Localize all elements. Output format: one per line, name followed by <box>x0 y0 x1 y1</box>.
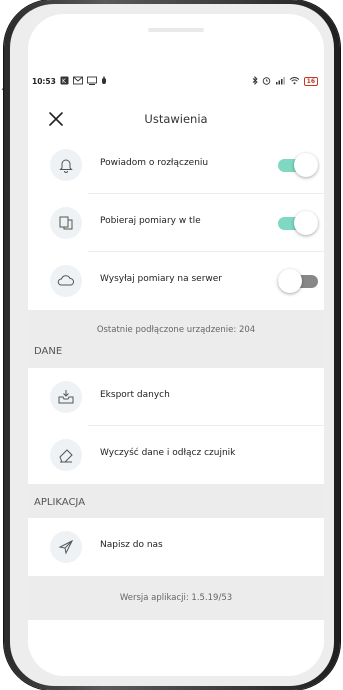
app-row-label: Napisz do nas <box>100 540 163 550</box>
phone-screen: 10:53 K 16 Ustawienia Powiadom o rozłącz… <box>28 14 324 676</box>
bell-icon <box>50 149 82 181</box>
wifi-icon <box>289 76 300 87</box>
signal-icon <box>275 76 285 87</box>
background-measure-toggle[interactable] <box>278 211 318 235</box>
section-header-app: APLIKACJA <box>28 484 324 518</box>
screen-bottom <box>28 620 324 676</box>
send-icon <box>50 531 82 563</box>
phone-frame: 10:53 K 16 Ustawienia Powiadom o rozłącz… <box>4 0 340 690</box>
battery-icon: 16 <box>303 77 318 86</box>
notify-disconnect-toggle[interactable] <box>278 153 318 177</box>
setting-label: Pobieraj pomiary w tle <box>100 216 201 226</box>
app-header: Ustawienia <box>28 104 324 136</box>
app-row-contact[interactable]: Napisz do nas <box>28 518 324 576</box>
cast-icon <box>87 76 97 87</box>
eraser-icon <box>50 439 82 471</box>
data-row-label: Wyczyść dane i odłącz czujnik <box>100 448 236 458</box>
mail-icon <box>73 76 83 87</box>
page-title: Ustawienia <box>144 112 208 126</box>
alarm-clock-icon <box>262 76 271 87</box>
phone-side-button <box>4 194 8 238</box>
phone-side-button <box>4 96 8 118</box>
status-right-icons: 16 <box>252 75 318 87</box>
export-inbox-icon <box>50 381 82 413</box>
alarm-icon <box>101 76 107 87</box>
speaker-grille <box>148 28 204 32</box>
copy-icon <box>50 207 82 239</box>
setting-row-notify-disconnect[interactable]: Powiadom o rozłączeniu <box>28 136 324 194</box>
send-to-server-toggle[interactable] <box>278 269 318 293</box>
section-title: DANE <box>34 346 63 357</box>
app-notification-icon: K <box>60 76 69 87</box>
section-header-data: DANE <box>28 334 324 368</box>
screen-top <box>28 14 324 68</box>
data-row-export[interactable]: Eksport danych <box>28 368 324 426</box>
status-left-icons: K <box>60 76 107 87</box>
toggle-knob <box>294 211 318 235</box>
toggle-knob <box>278 269 302 293</box>
app-version-info: Wersja aplikacji: 1.5.19/53 <box>28 576 324 620</box>
setting-row-send-to-server[interactable]: Wysyłaj pomiary na serwer <box>28 252 324 310</box>
toggle-knob <box>294 153 318 177</box>
data-row-clear[interactable]: Wyczyść dane i odłącz czujnik <box>28 426 324 484</box>
app-version-text: Wersja aplikacji: 1.5.19/53 <box>119 593 233 603</box>
status-time: 10:53 <box>32 77 56 86</box>
section-title: APLIKACJA <box>34 497 86 508</box>
setting-label: Wysyłaj pomiary na serwer <box>100 274 223 284</box>
status-bar: 10:53 K 16 <box>28 74 324 90</box>
bluetooth-icon <box>252 75 258 87</box>
setting-row-background-measure[interactable]: Pobieraj pomiary w tle <box>28 194 324 252</box>
setting-label: Powiadom o rozłączeniu <box>100 158 209 168</box>
cloud-icon <box>50 265 82 297</box>
phone-side-button <box>4 140 8 184</box>
data-row-label: Eksport danych <box>100 390 170 400</box>
